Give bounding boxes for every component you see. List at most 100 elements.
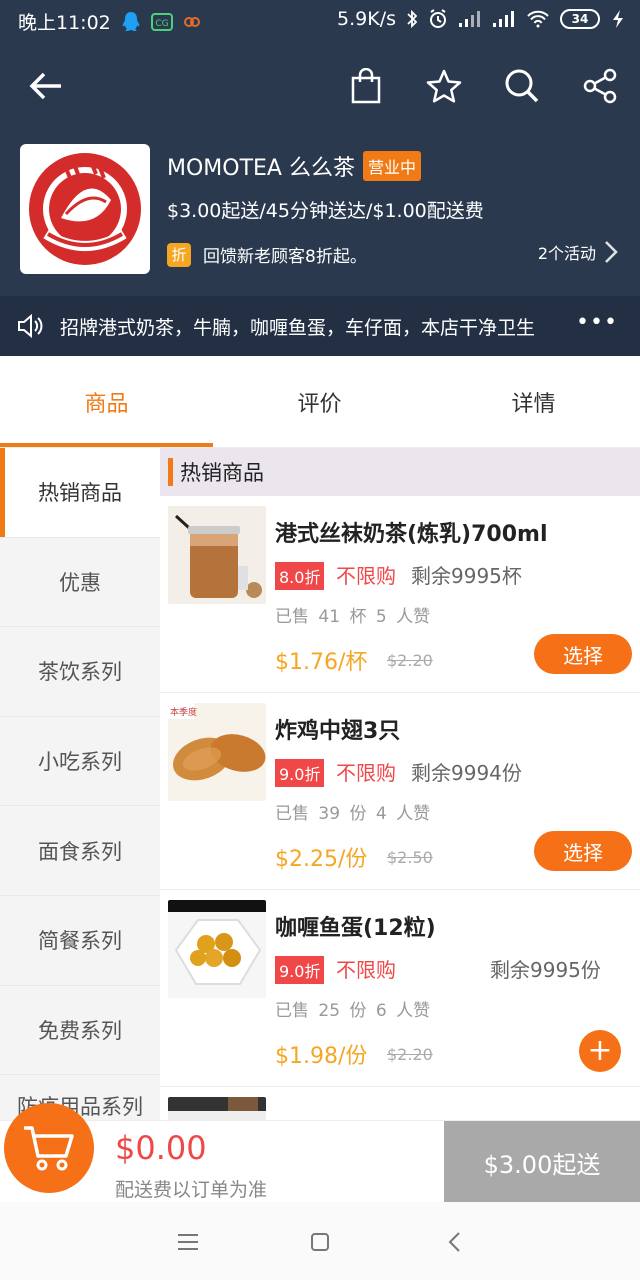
status-time: 晚上11:02 [18, 12, 111, 34]
tab-products[interactable]: 商品 [0, 386, 213, 418]
star-icon [426, 69, 462, 103]
category-free[interactable]: 免费系列 [0, 986, 160, 1076]
app-notification-icon: CG [150, 12, 173, 31]
speaker-icon [16, 313, 44, 343]
signal-icon [458, 10, 482, 28]
shop-logo [20, 144, 150, 274]
signal-icon-2 [492, 10, 516, 28]
shopping-bag-icon [351, 68, 381, 104]
product-item[interactable]: 咖喱鱼蛋(12粒) 9.0折 不限购 剩余9995份 已售 25 份 6 人赞 … [160, 890, 640, 1087]
stock-remaining: 剩余9994份 [411, 761, 522, 785]
menu-button[interactable] [172, 1226, 204, 1258]
shopping-cart-icon [24, 1126, 74, 1171]
sales-and-likes: 已售 41 杯 5 人赞 [275, 607, 431, 627]
favorite-button[interactable] [422, 64, 466, 108]
sales-and-likes: 已售 39 份 4 人赞 [275, 804, 431, 824]
svg-text:CG: CG [155, 19, 168, 29]
section-accent-bar [168, 458, 173, 486]
product-name: 炸鸡中翅3只 [275, 719, 401, 744]
product-image-chicken-wings: 本季度 [168, 703, 266, 801]
shop-notice[interactable]: 招牌港式奶茶，牛腩，咖喱鱼蛋，车仔面，本店干净卫生 ••• [0, 296, 640, 356]
tab-details[interactable]: 详情 [427, 386, 640, 418]
status-bar: 晚上11:02 CG 5.9K/s 34 [0, 0, 640, 40]
product-item-partial[interactable] [160, 1087, 640, 1120]
purchase-limit: 不限购 [336, 958, 396, 982]
share-button[interactable] [578, 64, 622, 108]
discount-badge: 9.0折 [275, 759, 325, 787]
delivery-fee-note: 配送费以订单为准 [115, 1179, 268, 1201]
section-header: 热销商品 [160, 448, 640, 496]
share-icon [583, 68, 617, 104]
product-price: $1.76/杯 [275, 650, 368, 675]
system-back-button[interactable] [438, 1226, 470, 1258]
search-icon [505, 69, 539, 103]
top-action-bar [0, 58, 640, 114]
product-name: 咖喱鱼蛋(12粒) [275, 916, 436, 941]
shop-name: MOMOTEA 么么茶 [167, 156, 355, 181]
category-snacks[interactable]: 小吃系列 [0, 717, 160, 807]
discount-icon: 折 [167, 242, 191, 267]
add-to-cart-button[interactable]: + [579, 1030, 621, 1072]
activities-label: 2个活动 [537, 244, 596, 263]
cart-bar: $0.00 配送费以订单为准 $3.00起送 [0, 1103, 640, 1203]
stock-remaining: 剩余9995份 [490, 958, 601, 982]
purchase-limit: 不限购 [336, 761, 396, 785]
product-price: $2.25/份 [275, 847, 368, 872]
home-button[interactable] [304, 1226, 336, 1258]
more-icon[interactable]: ••• [576, 310, 618, 335]
original-price: $2.20 [387, 651, 433, 670]
network-speed: 5.9K/s [337, 8, 396, 30]
cart-total: $0.00 [115, 1129, 207, 1167]
select-button[interactable]: 选择 [534, 634, 632, 674]
tab-reviews[interactable]: 评价 [213, 386, 426, 418]
battery-icon: 34 [560, 9, 600, 29]
category-tea[interactable]: 茶饮系列 [0, 627, 160, 717]
promo-row[interactable]: 折 回馈新老顾客8折起。 [167, 242, 367, 267]
system-navigation-bar [0, 1202, 640, 1280]
stock-remaining: 剩余9995杯 [411, 564, 522, 588]
promo-text: 回馈新老顾客8折起。 [203, 247, 367, 267]
category-meals[interactable]: 简餐系列 [0, 896, 160, 986]
shopping-bag-button[interactable] [344, 64, 388, 108]
qq-icon [121, 11, 141, 33]
app-notification-icon-2 [183, 15, 201, 29]
original-price: $2.50 [387, 848, 433, 867]
activities-button[interactable]: 2个活动 [538, 240, 618, 264]
alarm-icon [428, 9, 448, 29]
delivery-info: $3.00起送/45分钟送达/$1.00配送费 [167, 200, 484, 222]
category-hot[interactable]: 热销商品 [0, 448, 160, 538]
section-title: 热销商品 [180, 461, 264, 485]
svg-text:本季度: 本季度 [170, 706, 197, 718]
product-price: $1.98/份 [275, 1044, 368, 1069]
notice-text: 招牌港式奶茶，牛腩，咖喱鱼蛋，车仔面，本店干净卫生 [60, 317, 536, 339]
battery-level: 34 [571, 12, 589, 26]
tab-bar: 商品 评价 详情 [0, 356, 640, 448]
search-button[interactable] [500, 64, 544, 108]
product-name: 港式丝袜奶茶(炼乳)700ml [275, 522, 548, 547]
category-discounts[interactable]: 优惠 [0, 538, 160, 628]
sales-and-likes: 已售 25 份 6 人赞 [275, 1001, 431, 1021]
product-list: 热销商品 港式丝袜奶茶(炼乳)700ml 8.0折 不限购 剩余9995杯 已售… [160, 448, 640, 1120]
original-price: $2.20 [387, 1045, 433, 1064]
purchase-limit: 不限购 [336, 564, 396, 588]
category-noodles[interactable]: 面食系列 [0, 806, 160, 896]
product-item[interactable]: 本季度 炸鸡中翅3只 9.0折 不限购 剩余9994份 已售 39 份 4 人赞… [160, 693, 640, 890]
chevron-right-icon [605, 241, 618, 263]
product-image-curry-fishballs [168, 900, 266, 998]
chevron-left-icon [448, 1232, 460, 1252]
discount-badge: 9.0折 [275, 956, 325, 984]
tab-active-indicator [0, 443, 213, 447]
minimum-order-button[interactable]: $3.00起送 [444, 1121, 640, 1203]
status-badge: 营业中 [362, 151, 421, 181]
select-button[interactable]: 选择 [534, 831, 632, 871]
charging-icon [610, 9, 626, 29]
shop-info: MOMOTEA 么么茶 营业中 $3.00起送/45分钟送达/$1.00配送费 … [20, 144, 620, 274]
discount-badge: 8.0折 [275, 562, 325, 590]
product-image [168, 1097, 266, 1120]
bluetooth-icon [406, 9, 418, 29]
wifi-icon [526, 10, 550, 28]
back-button[interactable] [24, 64, 68, 108]
cart-button[interactable] [4, 1103, 94, 1193]
menu-icon [178, 1234, 198, 1250]
product-item[interactable]: 港式丝袜奶茶(炼乳)700ml 8.0折 不限购 剩余9995杯 已售 41 杯… [160, 496, 640, 693]
